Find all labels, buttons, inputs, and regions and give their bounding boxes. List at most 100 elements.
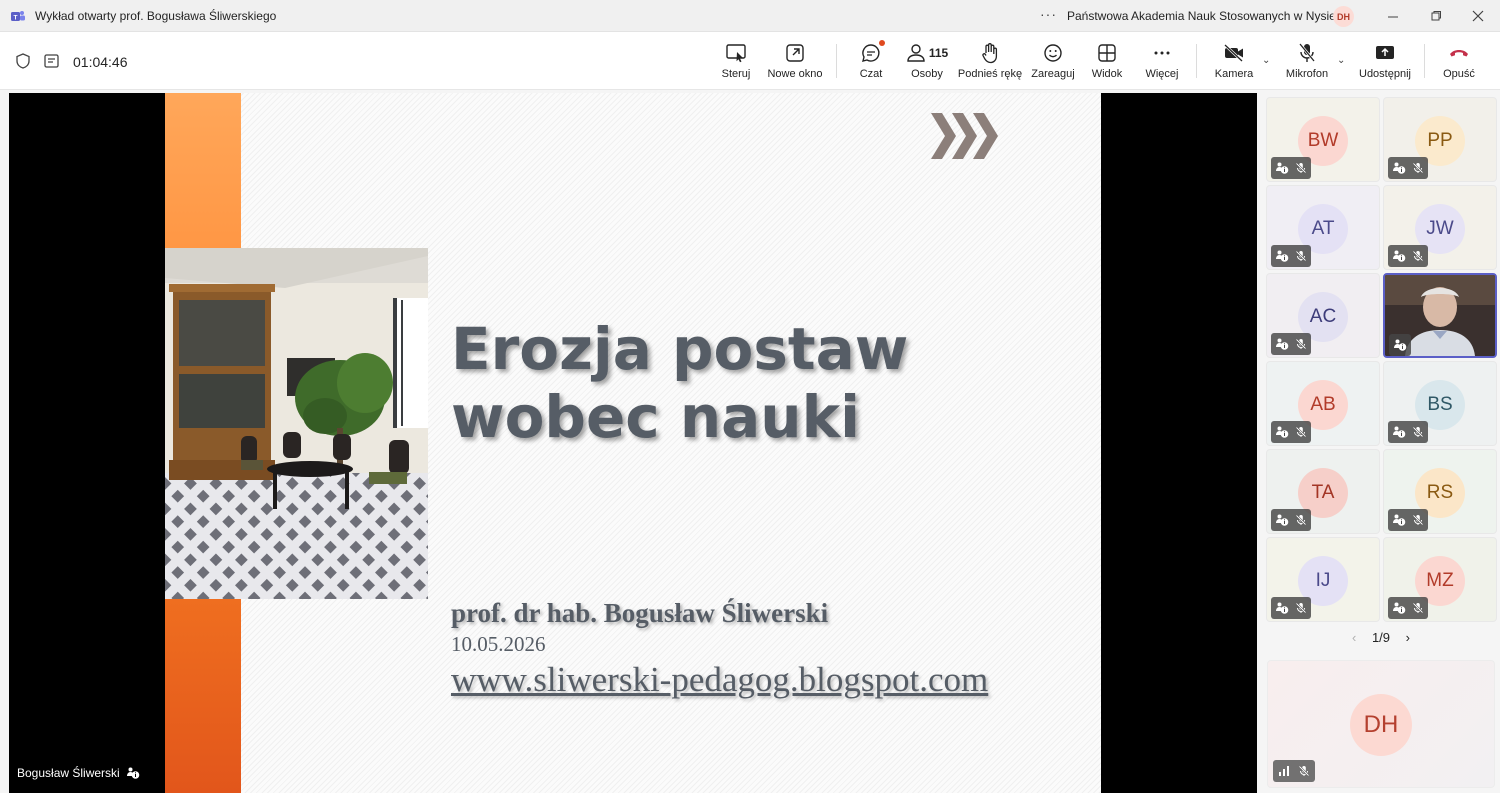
view-button[interactable]: Widok	[1089, 32, 1125, 90]
mic-muted-icon	[1295, 338, 1307, 350]
participant-tile[interactable]	[1383, 273, 1497, 358]
participant-tile[interactable]: MZ	[1383, 537, 1497, 622]
attendee-info-icon	[1276, 514, 1289, 526]
participant-tile[interactable]: AC	[1266, 273, 1380, 358]
mic-options-chevron-icon[interactable]: ⌄	[1337, 55, 1345, 66]
take-control-icon	[726, 44, 746, 63]
toolbar-separator	[1424, 44, 1425, 78]
hang-up-icon	[1450, 50, 1468, 57]
grid-view-icon	[1098, 44, 1116, 62]
title-bar: T Wykład otwarty prof. Bogusława Śliwers…	[0, 0, 1500, 32]
participant-status-badge	[1271, 333, 1311, 355]
attendee-info-icon	[1276, 426, 1289, 438]
participant-tile[interactable]: AT	[1266, 185, 1380, 270]
participant-status-badge	[1388, 509, 1428, 531]
mic-muted-icon	[1295, 602, 1307, 614]
participant-status-badge	[1271, 509, 1311, 531]
attendee-info-icon	[1276, 602, 1289, 614]
osoby-button[interactable]: 115 Osoby	[902, 32, 952, 90]
raise-hand-button[interactable]: Podnieś rękę	[958, 32, 1022, 90]
people-icon	[907, 44, 925, 62]
attendee-info-icon	[1276, 338, 1289, 350]
organization-name: Państwowa Akademia Nauk Stosowanych w Ny…	[1067, 9, 1336, 23]
mic-muted-icon	[1412, 162, 1424, 174]
attendee-info-icon	[1276, 162, 1289, 174]
smiley-icon	[1044, 44, 1062, 62]
mic-muted-icon	[1295, 250, 1307, 262]
minimize-icon[interactable]	[1385, 8, 1401, 24]
participant-status-badge	[1388, 245, 1428, 267]
toolbar-separator	[836, 44, 837, 78]
next-page-icon[interactable]: ›	[1406, 630, 1410, 645]
self-avatar: DH	[1350, 694, 1412, 756]
close-icon[interactable]	[1470, 8, 1486, 24]
presenter-label: Bogusław Śliwerski	[17, 766, 140, 780]
participant-status-badge	[1271, 421, 1311, 443]
mic-muted-icon	[1412, 514, 1424, 526]
mic-muted-icon	[1412, 250, 1424, 262]
participant-tile[interactable]: IJ	[1266, 537, 1380, 622]
nowe-okno-button[interactable]: Nowe okno	[764, 32, 826, 90]
prev-page-icon[interactable]: ‹	[1352, 630, 1356, 645]
pop-out-icon	[786, 44, 804, 62]
participant-tile[interactable]: BW	[1266, 97, 1380, 182]
participant-tile[interactable]: PP	[1383, 97, 1497, 182]
camera-button[interactable]: Kamera	[1212, 32, 1256, 90]
meeting-notes-icon[interactable]	[43, 52, 61, 70]
participant-tile[interactable]: TA	[1266, 449, 1380, 534]
mic-muted-icon	[1295, 426, 1307, 438]
mic-off-icon	[1298, 43, 1316, 62]
teams-icon: T	[11, 11, 25, 21]
svg-text:T: T	[14, 14, 18, 21]
mic-muted-icon	[1412, 602, 1424, 614]
participant-tile[interactable]: JW	[1383, 185, 1497, 270]
participant-tile[interactable]: RS	[1383, 449, 1497, 534]
participant-tile[interactable]: BS	[1383, 361, 1497, 446]
participant-status-badge	[1389, 334, 1411, 356]
page-indicator: 1/9	[1371, 630, 1391, 645]
gallery-pager: ‹ 1/9 ›	[1262, 630, 1500, 645]
meeting-toolbar: 01:04:46 Steruj Nowe okno Czat 115 Osoby…	[0, 32, 1500, 90]
czat-button[interactable]: Czat	[855, 32, 887, 90]
attendee-info-icon	[1394, 339, 1407, 351]
slide-author: prof. dr hab. Bogusław Śliwerski	[451, 598, 829, 628]
presentation-slide: Erozja postaw wobec nauki prof. dr hab. …	[165, 93, 1101, 793]
self-video-tile[interactable]: DH	[1267, 660, 1495, 788]
restore-icon[interactable]	[1428, 8, 1444, 24]
user-avatar[interactable]: DH	[1333, 6, 1354, 27]
slide-photo	[165, 248, 428, 599]
more-button[interactable]: Więcej	[1143, 32, 1181, 90]
chat-icon	[862, 44, 880, 62]
attendee-info-icon	[1393, 602, 1406, 614]
more-options-icon[interactable]: ···	[1040, 6, 1057, 22]
hand-icon	[982, 43, 998, 64]
react-button[interactable]: Zareaguj	[1030, 32, 1076, 90]
signal-icon	[1279, 766, 1289, 776]
share-button[interactable]: Udostępnij	[1356, 32, 1414, 90]
attendee-info-icon	[126, 767, 140, 779]
participant-status-badge	[1388, 157, 1428, 179]
participant-status-badge	[1388, 597, 1428, 619]
participant-tile[interactable]: AB	[1266, 361, 1380, 446]
leave-button[interactable]: Opuść	[1438, 32, 1480, 90]
attendee-info-icon	[1276, 250, 1289, 262]
participant-status-badge	[1271, 245, 1311, 267]
ellipsis-icon	[1154, 51, 1170, 55]
camera-off-icon	[1224, 44, 1243, 62]
microphone-button[interactable]: Mikrofon	[1283, 32, 1331, 90]
slide-title: Erozja postaw wobec nauki	[451, 315, 909, 451]
slide-url-link[interactable]: www.sliwerski-pedagog.blogspot.com	[451, 660, 988, 700]
unread-dot	[879, 40, 885, 46]
shared-content-stage: Erozja postaw wobec nauki prof. dr hab. …	[9, 93, 1257, 793]
meeting-timer: 01:04:46	[73, 54, 128, 70]
mic-muted-icon	[1295, 162, 1307, 174]
shield-icon[interactable]	[14, 52, 32, 70]
camera-options-chevron-icon[interactable]: ⌄	[1262, 55, 1270, 66]
participant-status-badge	[1388, 421, 1428, 443]
mic-muted-icon	[1295, 514, 1307, 526]
steruj-button[interactable]: Steruj	[716, 32, 756, 90]
people-count: 115	[928, 46, 949, 60]
mic-muted-icon	[1412, 426, 1424, 438]
attendee-info-icon	[1393, 162, 1406, 174]
window-title: Wykład otwarty prof. Bogusława Śliwerski…	[35, 9, 277, 23]
